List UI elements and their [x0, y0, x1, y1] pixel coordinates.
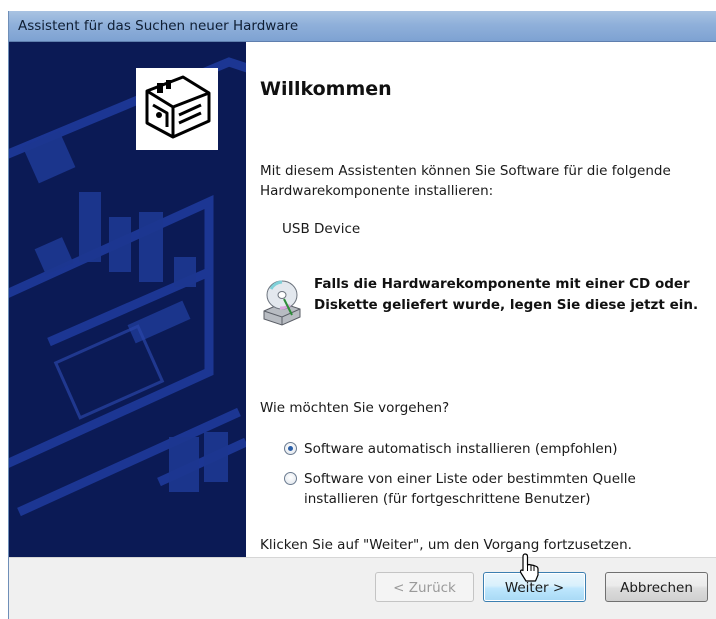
button-bar: < Zurück Weiter > Abbrechen — [9, 557, 716, 619]
continue-hint: Klicken Sie auf "Weiter", um den Vorgang… — [260, 537, 632, 553]
hardware-card-icon — [136, 68, 218, 150]
radio-dot — [288, 446, 293, 451]
page-title: Willkommen — [260, 78, 392, 100]
cd-notice-text: Falls die Hardwarekomponente mit einer C… — [314, 276, 699, 313]
wizard-window: Assistent für das Suchen neuer Hardware — [8, 11, 716, 619]
question-label: Wie möchten Sie vorgehen? — [260, 400, 450, 416]
radio-button[interactable] — [284, 472, 297, 485]
cd-notice: Falls die Hardwarekomponente mit einer C… — [262, 271, 712, 331]
radio-manual-install-label[interactable]: Software von einer Liste oder bestimmten… — [304, 469, 704, 509]
intro-text: Mit diesem Assistenten können Sie Softwa… — [260, 163, 671, 199]
device-name: USB Device — [282, 221, 361, 237]
window-title: Assistent für das Suchen neuer Hardware — [18, 18, 299, 34]
wizard-content: Willkommen Mit diesem Assistenten können… — [246, 42, 716, 557]
radio-auto-install-label[interactable]: Software automatisch installieren (empfo… — [304, 439, 704, 459]
cd-drive-icon — [263, 280, 301, 326]
radio-button-selected[interactable] — [284, 442, 297, 455]
wizard-side-panel — [9, 42, 246, 557]
cancel-button[interactable]: Abbrechen — [605, 572, 708, 602]
title-bar[interactable]: Assistent für das Suchen neuer Hardware — [9, 11, 716, 42]
next-button[interactable]: Weiter > — [483, 572, 586, 602]
back-button[interactable]: < Zurück — [375, 572, 474, 602]
